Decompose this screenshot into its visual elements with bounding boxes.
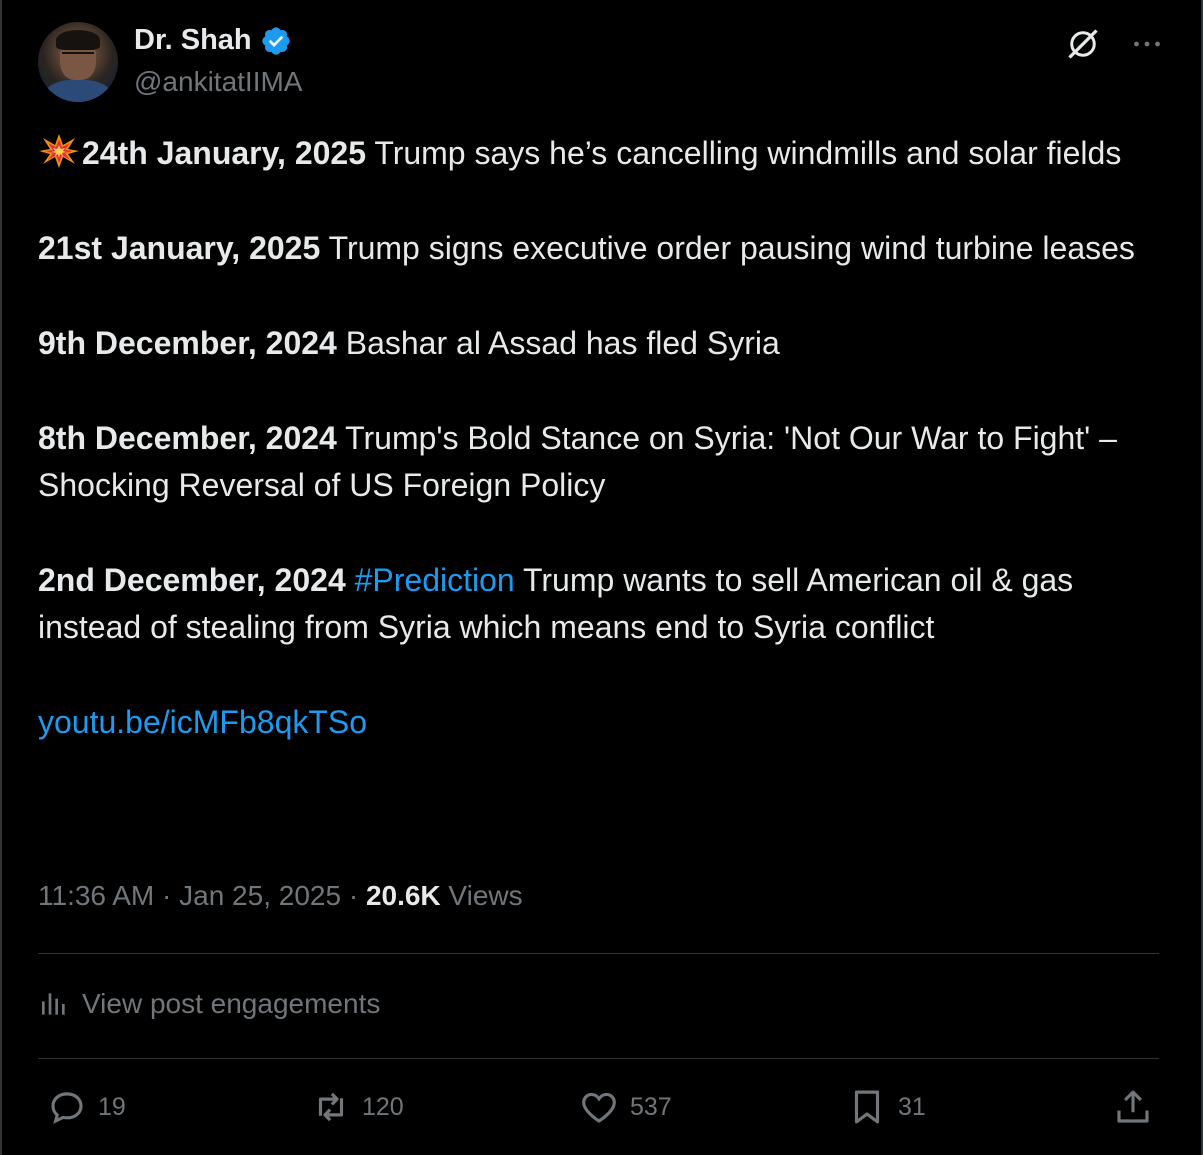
divider — [38, 1058, 1159, 1059]
collision-emoji-icon — [39, 134, 79, 168]
view-engagements-button[interactable]: View post engagements — [38, 988, 380, 1020]
repost-icon — [318, 1092, 344, 1122]
repost-button[interactable]: 120 — [310, 1086, 404, 1128]
author-handle[interactable]: @ankitatIIMA — [134, 66, 302, 98]
like-count: 537 — [630, 1092, 672, 1121]
bookmark-icon — [854, 1090, 880, 1124]
tweet-frame: Dr. Shah @ankitatIIMA 24th January, 2025… — [0, 0, 1203, 1155]
like-button[interactable]: 537 — [578, 1086, 672, 1128]
heart-icon — [582, 1092, 616, 1123]
tweet-header: Dr. Shah @ankitatIIMA — [38, 22, 1165, 102]
author-name[interactable]: Dr. Shah — [134, 24, 252, 57]
divider — [38, 953, 1159, 954]
post-line-1: 24th January, 2025 Trump says he’s cance… — [38, 130, 1168, 177]
post-date: 24th January, 2025 — [82, 135, 367, 171]
post-date: 21st January, 2025 — [38, 230, 321, 266]
hashtag-link[interactable]: #Prediction — [346, 562, 515, 598]
bookmark-count: 31 — [898, 1092, 926, 1121]
reply-count: 19 — [98, 1092, 126, 1121]
post-date: 8th December, 2024 — [38, 420, 337, 456]
author-name-row[interactable]: Dr. Shah — [134, 24, 292, 57]
post-time[interactable]: 11:36 AM — [38, 880, 154, 911]
post-date: 9th December, 2024 — [38, 325, 337, 361]
reply-icon — [51, 1092, 83, 1124]
verified-badge-icon — [261, 26, 290, 55]
more-icon[interactable] — [1129, 26, 1165, 62]
avatar[interactable] — [38, 22, 118, 102]
action-bar: 19 120 537 31 — [46, 1086, 1162, 1130]
post-line-4: 8th December, 2024 Trump's Bold Stance o… — [38, 415, 1168, 509]
views-label: Views — [440, 880, 523, 911]
post-text: Bashar al Assad has fled Syria — [336, 325, 780, 361]
bookmark-button[interactable]: 31 — [846, 1086, 926, 1128]
analytics-icon — [42, 993, 65, 1015]
grok-icon[interactable] — [1065, 26, 1101, 62]
post-text: Trump says he’s cancelling windmills and… — [366, 135, 1122, 171]
post-link-line: youtu.be/icMFb8qkTSo — [38, 699, 1168, 746]
post-date-stamp[interactable]: Jan 25, 2025 — [179, 880, 341, 911]
views-count: 20.6K — [365, 880, 441, 911]
share-button[interactable] — [1112, 1086, 1154, 1128]
post-meta: 11:36 AM · Jan 25, 2025 · 20.6K Views — [38, 880, 523, 912]
view-engagements-label: View post engagements — [82, 988, 381, 1019]
share-icon — [1117, 1090, 1149, 1123]
meta-separator: · — [341, 880, 366, 911]
tweet-body: 24th January, 2025 Trump says he’s cance… — [38, 130, 1168, 794]
youtube-link[interactable]: youtu.be/icMFb8qkTSo — [38, 704, 367, 740]
repost-count: 120 — [362, 1092, 404, 1121]
post-date: 2nd December, 2024 — [38, 562, 346, 598]
post-line-2: 21st January, 2025 Trump signs executive… — [38, 225, 1168, 272]
reply-button[interactable]: 19 — [46, 1086, 126, 1128]
post-line-5: 2nd December, 2024 #Prediction Trump wan… — [38, 557, 1168, 651]
meta-separator: · — [154, 880, 180, 911]
post-text: Trump signs executive order pausing wind… — [320, 230, 1135, 266]
post-line-3: 9th December, 2024 Bashar al Assad has f… — [38, 320, 1168, 367]
